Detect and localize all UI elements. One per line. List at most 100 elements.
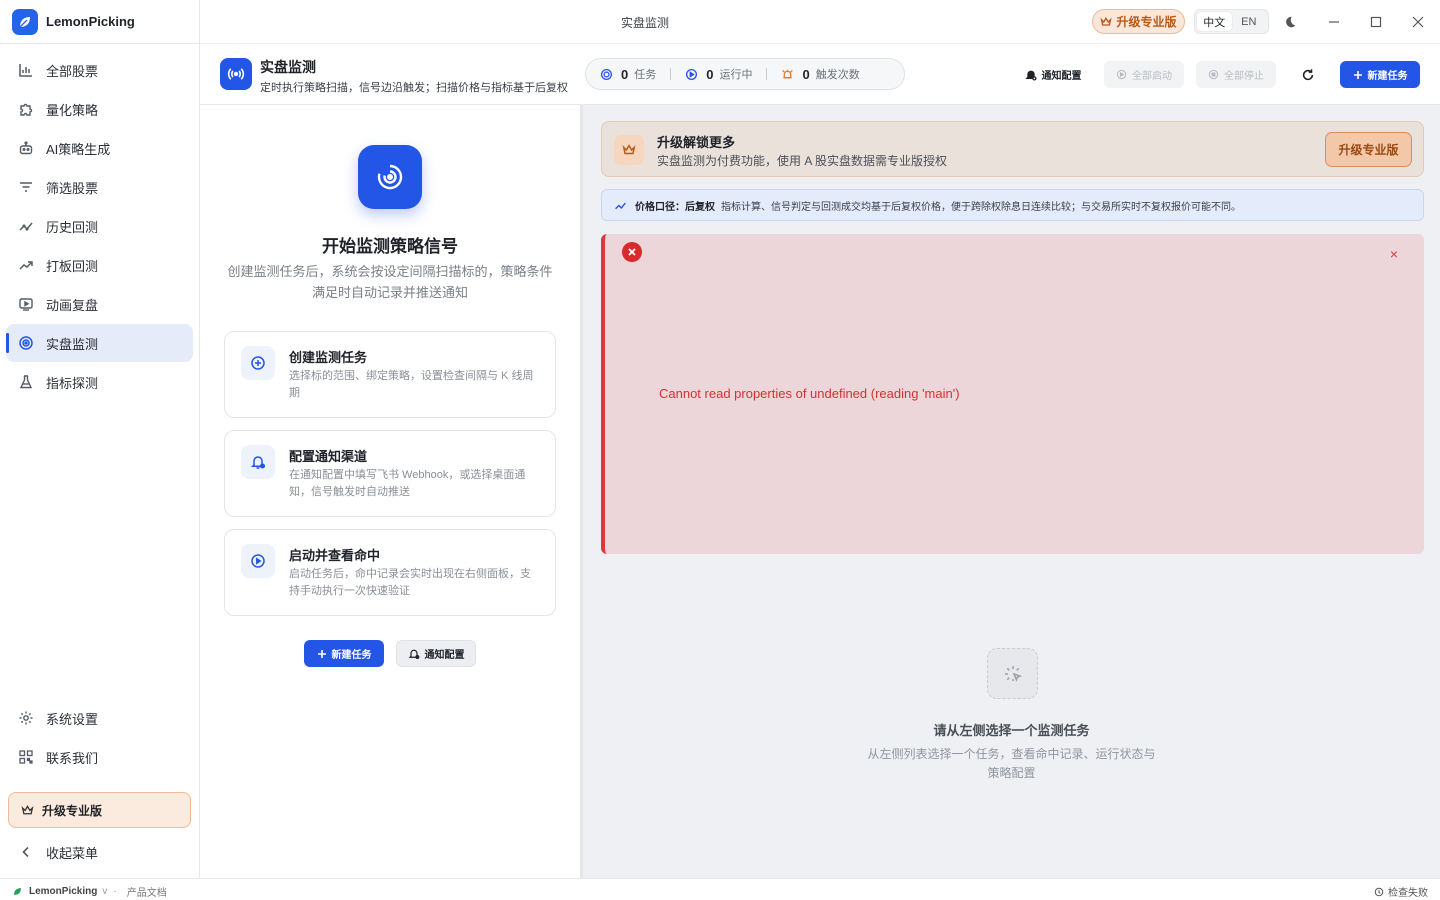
new-task-label: 新建任务 [331,650,372,661]
product-docs-link[interactable]: 产品文档 [127,884,167,899]
upgrade-banner-title: 升级解锁更多 [657,135,736,150]
collapse-menu-label: 收起菜单 [46,845,99,861]
new-task-button[interactable]: 新建任务 [304,640,384,667]
error-x-icon [622,242,642,262]
status-app-name: LemonPicking [29,886,98,897]
task-detail-panel: 升级解锁更多 实盘监测为付费功能，使用 A 股实盘数据需专业版授权 升级专业版 … [583,105,1440,878]
puzzle-icon [17,100,35,118]
sidebar-item-filter-stocks[interactable]: 筛选股票 [6,168,193,206]
status-left: LemonPicking v · 产品文档 [12,884,167,899]
sidebar-item-label: 历史回测 [46,219,99,235]
page-title: 实盘监测 [260,59,316,75]
sidebar-item-history-backtest[interactable]: 历史回测 [6,207,193,245]
empty-detail-title: 请从左侧选择一个监测任务 [933,723,1090,738]
sidebar-item-label: 指标探测 [46,375,99,391]
upgrade-pro-button[interactable]: 升级专业版 [1325,132,1412,167]
stat-tasks: 0 任务 [600,66,656,82]
error-alert: × Cannot read properties of undefined (r… [601,234,1424,554]
maximize-icon[interactable] [1366,12,1386,32]
update-check-status[interactable]: 检查失败 [1374,884,1428,899]
window-title: 实盘监测 [620,16,669,30]
stat-triggers: 0 触发次数 [781,66,860,82]
empty-state-description: 创建监测任务后，系统会按设定间隔扫描标的，策略条件满足时自动记录并推送通知 [227,264,553,300]
qr-code-icon [17,748,35,766]
theme-toggle-moon-icon[interactable] [1280,12,1300,32]
stop-all-button[interactable]: 全部停止 [1196,61,1276,88]
step-title: 创建监测任务 [289,350,368,365]
sidebar-item-live-monitor[interactable]: 实盘监测 [6,324,193,362]
close-window-icon[interactable] [1408,12,1428,32]
stat-label: 运行中 [719,69,753,81]
crown-icon [1100,16,1113,28]
sidebar-upgrade-button[interactable]: 升级专业版 [8,792,191,828]
step-title: 启动并查看命中 [289,548,381,563]
sidebar-item-settings[interactable]: 系统设置 [6,699,193,737]
new-task-button[interactable]: 新建任务 [1340,61,1420,88]
radar-icon [600,68,613,81]
sidebar-item-label: 筛选股票 [46,180,99,196]
sidebar-item-label: 全部股票 [46,63,99,79]
radar-icon [17,334,35,352]
flask-icon [17,373,35,391]
stat-value: 0 [621,66,629,82]
sidebar-item-contact[interactable]: 联系我们 [6,738,193,776]
sidebar-item-animation-review[interactable]: 动画复盘 [6,285,193,323]
notify-config-button[interactable]: 通知配置 [396,640,476,667]
sidebar-item-label: 动画复盘 [46,297,99,313]
step-description: 启动任务后，命中记录会实时出现在右侧面板，支持手动执行一次快速验证 [289,568,531,597]
bell-gear-icon [1024,69,1037,81]
stat-divider [670,68,672,80]
brand[interactable]: LemonPicking [12,8,135,35]
sidebar-item-quant-strategy[interactable]: 量化策略 [6,90,193,128]
robot-icon [17,139,35,157]
brand-divider [0,43,200,44]
close-icon[interactable]: × [1390,246,1398,262]
plus-icon [1353,70,1363,80]
stop-circle-icon [1208,69,1219,80]
sidebar-item-all-stocks[interactable]: 全部股票 [6,51,193,89]
status-version: v [102,886,108,897]
step-card-create: 创建监测任务 选择标的范围、绑定策略，设置检查间隔与 K 线周期 [224,331,556,418]
plus-icon [317,649,327,659]
stat-divider [766,68,768,80]
sidebar-bottom-nav: 系统设置 联系我们 [6,699,193,777]
refresh-icon[interactable] [1296,61,1320,88]
lang-en-button[interactable]: EN [1232,12,1267,31]
collapse-menu-button[interactable]: 收起菜单 [6,833,193,871]
page-subtitle: 定时执行策略扫描，信号边沿触发；扫描价格与指标基于后复权 [260,82,568,94]
sidebar: LemonPicking 全部股票 量化策略 AI策略生成 筛选股票 历史回测 … [0,0,200,878]
crown-icon [21,804,34,817]
play-circle-icon [241,544,275,578]
language-switch: 中文 EN [1194,9,1269,34]
sidebar-item-label: 系统设置 [46,711,99,727]
stat-value: 0 [706,66,714,82]
update-check-label: 检查失败 [1388,888,1428,899]
upgrade-banner-description: 实盘监测为付费功能，使用 A 股实盘数据需专业版授权 [657,154,948,168]
sidebar-item-ai-strategy[interactable]: AI策略生成 [6,129,193,167]
filter-icon [17,178,35,196]
sidebar-item-limit-up-backtest[interactable]: 打板回测 [6,246,193,284]
start-all-label: 全部启动 [1132,71,1172,82]
notify-config-label: 通知配置 [1041,71,1082,82]
notify-config-button[interactable]: 通知配置 [1020,61,1086,88]
chevron-left-icon [17,843,35,861]
upgrade-pro-pill[interactable]: 升级专业版 [1092,9,1185,34]
plus-circle-icon [241,346,275,380]
trend-line-icon [17,217,35,235]
new-task-label: 新建任务 [1367,71,1408,82]
lang-zh-button[interactable]: 中文 [1197,12,1232,31]
stat-label: 任务 [634,69,657,81]
update-check-icon [1374,887,1384,897]
empty-state-title: 开始监测策略信号 [322,237,458,256]
step-title: 配置通知渠道 [289,449,368,464]
broadcast-icon [220,58,252,90]
upgrade-banner: 升级解锁更多 实盘监测为付费功能，使用 A 股实盘数据需专业版授权 升级专业版 [601,121,1424,177]
stat-value: 0 [802,66,810,82]
sidebar-collapse: 收起菜单 [6,833,193,872]
status-separator: · [113,886,117,897]
start-all-button[interactable]: 全部启动 [1104,61,1184,88]
sidebar-item-label: AI策略生成 [46,141,111,157]
sidebar-item-indicator-probe[interactable]: 指标探测 [6,363,193,401]
minimize-icon[interactable] [1324,12,1344,32]
step-card-notify: 配置通知渠道 在通知配置中填写飞书 Webhook，或选择桌面通知，信号触发时自… [224,430,556,517]
